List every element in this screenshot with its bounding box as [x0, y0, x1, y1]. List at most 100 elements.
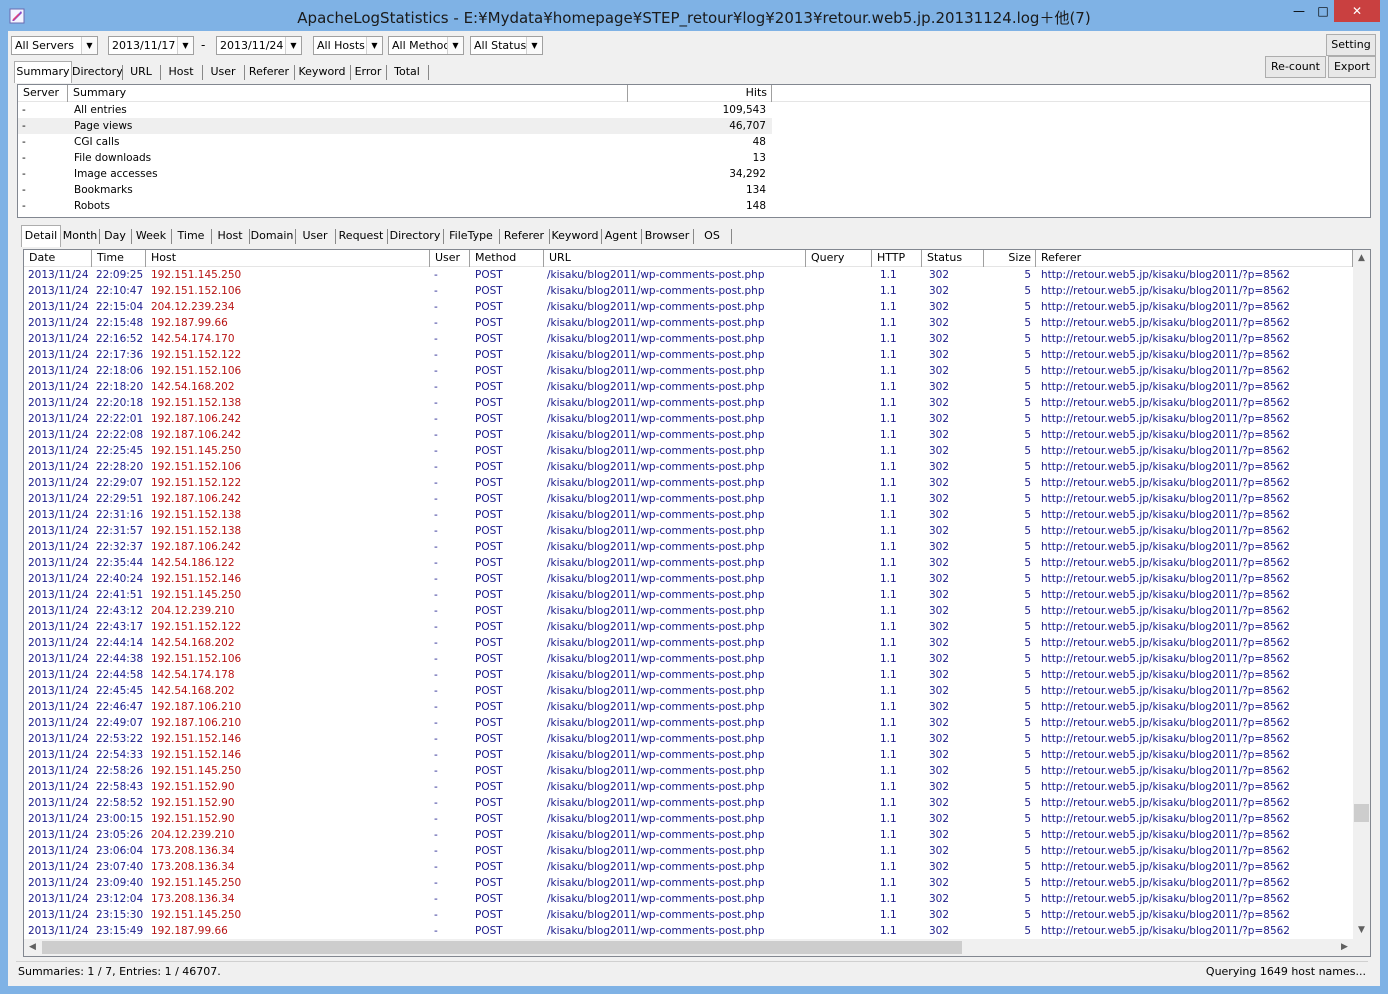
- date-from-picker[interactable]: 2013/11/17 ▼: [108, 36, 194, 55]
- detail-row[interactable]: 2013/11/24 22:28:20 192.151.152.106 - POST/k…: [24, 459, 1353, 475]
- horizontal-scroll-thumb[interactable]: [42, 941, 962, 954]
- detail-row[interactable]: 2013/11/24 22:49:07 192.187.106.210 - POST/k…: [24, 715, 1353, 731]
- detail-row[interactable]: 2013/11/24 22:10:47 192.151.152.106 - POST/k…: [24, 283, 1353, 299]
- detail-col-time[interactable]: Time: [92, 250, 146, 267]
- servers-select[interactable]: All Servers ▼: [11, 36, 98, 55]
- summary-row[interactable]: - Bookmarks 134: [18, 182, 772, 198]
- detail-row[interactable]: 2013/11/24 22:58:26 192.151.145.250 - POST/k…: [24, 763, 1353, 779]
- detail-row[interactable]: 2013/11/24 23:00:15 192.151.152.90 - POST/ki…: [24, 811, 1353, 827]
- detail-row[interactable]: 2013/11/24 22:41:51 192.151.145.250 - POST/k…: [24, 587, 1353, 603]
- detail-row[interactable]: 2013/11/24 23:06:04 173.208.136.34 - POST/ki…: [24, 843, 1353, 859]
- detail-row[interactable]: 2013/11/24 22:43:17 192.151.152.122 - POST/k…: [24, 619, 1353, 635]
- detail-row[interactable]: 2013/11/24 22:25:45 192.151.145.250 - POST/k…: [24, 443, 1353, 459]
- detail-row[interactable]: 2013/11/24 22:15:04 204.12.239.234 - POST/ki…: [24, 299, 1353, 315]
- detail-row[interactable]: 2013/11/24 22:31:57 192.151.152.138 - POST/k…: [24, 523, 1353, 539]
- tab-keyword[interactable]: Keyword: [294, 63, 350, 81]
- detail-row[interactable]: 2013/11/24 23:12:04 173.208.136.34 - POST/ki…: [24, 891, 1353, 907]
- detail-tab-agent[interactable]: Agent: [601, 227, 641, 245]
- summary-col-server[interactable]: Server: [18, 85, 68, 102]
- maximize-button[interactable]: □: [1312, 0, 1334, 22]
- summary-row[interactable]: - CGI calls 48: [18, 134, 772, 150]
- detail-row[interactable]: 2013/11/24 22:43:12 204.12.239.210 - POST/ki…: [24, 603, 1353, 619]
- detail-tab-week[interactable]: Week: [131, 227, 171, 245]
- vertical-scroll-thumb[interactable]: [1354, 804, 1369, 822]
- summary-row[interactable]: - All entries 109,543: [18, 102, 772, 118]
- detail-row[interactable]: 2013/11/24 22:18:06 192.151.152.106 - POST/k…: [24, 363, 1353, 379]
- detail-col-http[interactable]: HTTP: [872, 250, 922, 267]
- close-button[interactable]: ✕: [1334, 0, 1380, 22]
- detail-row[interactable]: 2013/11/24 22:22:01 192.187.106.242 - POST/k…: [24, 411, 1353, 427]
- setting-button[interactable]: Setting: [1326, 34, 1376, 56]
- scroll-left-icon[interactable]: ◀: [24, 939, 41, 956]
- detail-tab-referer[interactable]: Referer: [499, 227, 549, 245]
- detail-col-url[interactable]: URL: [544, 250, 806, 267]
- detail-col-method[interactable]: Method: [470, 250, 544, 267]
- minimize-button[interactable]: —: [1286, 0, 1312, 22]
- detail-col-host[interactable]: Host: [146, 250, 430, 267]
- export-button[interactable]: Export: [1328, 56, 1376, 78]
- title-bar[interactable]: ApacheLogStatistics - E:¥Mydata¥homepage…: [0, 0, 1388, 32]
- detail-row[interactable]: 2013/11/24 22:16:52 142.54.174.170 - POST/ki…: [24, 331, 1353, 347]
- detail-row[interactable]: 2013/11/24 22:09:25 192.151.145.250 - POST/k…: [24, 267, 1353, 283]
- detail-row[interactable]: 2013/11/24 23:05:26 204.12.239.210 - POST/ki…: [24, 827, 1353, 843]
- detail-tab-os[interactable]: OS: [693, 227, 731, 245]
- hosts-select[interactable]: All Hosts ▼: [313, 36, 383, 55]
- detail-row[interactable]: 2013/11/24 22:31:16 192.151.152.138 - POST/k…: [24, 507, 1353, 523]
- detail-row[interactable]: 2013/11/24 22:17:36 192.151.152.122 - POST/k…: [24, 347, 1353, 363]
- detail-tab-month[interactable]: Month: [61, 227, 99, 245]
- detail-row[interactable]: 2013/11/24 23:15:30 192.151.145.250 - POST/k…: [24, 907, 1353, 923]
- method-select[interactable]: All Method ▼: [388, 36, 464, 55]
- detail-row[interactable]: 2013/11/24 22:35:44 142.54.186.122 - POST/ki…: [24, 555, 1353, 571]
- detail-row[interactable]: 2013/11/24 22:29:07 192.151.152.122 - POST/k…: [24, 475, 1353, 491]
- detail-col-user[interactable]: User: [430, 250, 470, 267]
- detail-row[interactable]: 2013/11/24 23:15:49 192.187.99.66 - POST/kis…: [24, 923, 1353, 939]
- detail-row[interactable]: 2013/11/24 22:18:20 142.54.168.202 - POST/ki…: [24, 379, 1353, 395]
- recount-button[interactable]: Re-count: [1265, 56, 1326, 78]
- detail-row[interactable]: 2013/11/24 22:44:58 142.54.174.178 - POST/ki…: [24, 667, 1353, 683]
- detail-col-query[interactable]: Query: [806, 250, 872, 267]
- detail-row[interactable]: 2013/11/24 22:40:24 192.151.152.146 - POST/k…: [24, 571, 1353, 587]
- detail-tab-domain[interactable]: Domain: [249, 227, 295, 245]
- detail-row[interactable]: 2013/11/24 22:44:14 142.54.168.202 - POST/ki…: [24, 635, 1353, 651]
- detail-row[interactable]: 2013/11/24 22:29:51 192.187.106.242 - POST/k…: [24, 491, 1353, 507]
- scroll-up-icon[interactable]: ▲: [1353, 250, 1370, 267]
- summary-row[interactable]: - File downloads 13: [18, 150, 772, 166]
- summary-col-hits[interactable]: Hits: [628, 85, 772, 102]
- tab-summary[interactable]: Summary: [14, 61, 72, 83]
- detail-row[interactable]: 2013/11/24 22:58:52 192.151.152.90 - POST/ki…: [24, 795, 1353, 811]
- summary-row[interactable]: - Robots 148: [18, 198, 772, 214]
- summary-col-summary[interactable]: Summary: [68, 85, 628, 102]
- detail-tab-directory[interactable]: Directory: [387, 227, 443, 245]
- tab-url[interactable]: URL: [122, 63, 160, 81]
- detail-row[interactable]: 2013/11/24 22:15:48 192.187.99.66 - POST/kis…: [24, 315, 1353, 331]
- detail-row[interactable]: 2013/11/24 22:44:38 192.151.152.106 - POST/k…: [24, 651, 1353, 667]
- detail-tab-detail[interactable]: Detail: [21, 225, 61, 247]
- detail-tab-time[interactable]: Time: [171, 227, 211, 245]
- detail-tab-keyword[interactable]: Keyword: [549, 227, 601, 245]
- detail-col-referer[interactable]: Referer: [1036, 250, 1353, 267]
- detail-row[interactable]: 2013/11/24 22:54:33 192.151.152.146 - POST/k…: [24, 747, 1353, 763]
- summary-table[interactable]: Server Summary Hits - All entries 109,543 - Pag…: [17, 84, 1371, 218]
- horizontal-scrollbar[interactable]: ◀ ▶: [24, 939, 1353, 956]
- tab-total[interactable]: Total: [386, 63, 428, 81]
- summary-row[interactable]: - Image accesses 34,292: [18, 166, 772, 182]
- tab-referer[interactable]: Referer: [244, 63, 294, 81]
- detail-row[interactable]: 2013/11/24 22:45:45 142.54.168.202 - POST/ki…: [24, 683, 1353, 699]
- detail-tab-host[interactable]: Host: [211, 227, 249, 245]
- detail-col-size[interactable]: Size: [984, 250, 1036, 267]
- detail-row[interactable]: 2013/11/24 22:53:22 192.151.152.146 - POST/k…: [24, 731, 1353, 747]
- detail-row[interactable]: 2013/11/24 22:58:43 192.151.152.90 - POST/ki…: [24, 779, 1353, 795]
- detail-row[interactable]: 2013/11/24 22:22:08 192.187.106.242 - POST/k…: [24, 427, 1353, 443]
- status-select[interactable]: All Status ▼: [470, 36, 543, 55]
- detail-tab-browser[interactable]: Browser: [641, 227, 693, 245]
- detail-row[interactable]: 2013/11/24 23:07:40 173.208.136.34 - POST/ki…: [24, 859, 1353, 875]
- detail-table[interactable]: Date Time Host User Method URL Query HTTP Status…: [23, 249, 1371, 957]
- tab-host[interactable]: Host: [160, 63, 202, 81]
- tab-user[interactable]: User: [202, 63, 244, 81]
- detail-row[interactable]: 2013/11/24 23:09:40 192.151.145.250 - POST/k…: [24, 875, 1353, 891]
- detail-tab-user[interactable]: User: [295, 227, 335, 245]
- detail-row[interactable]: 2013/11/24 22:32:37 192.187.106.242 - POST/k…: [24, 539, 1353, 555]
- detail-tab-request[interactable]: Request: [335, 227, 387, 245]
- date-to-picker[interactable]: 2013/11/24 ▼: [216, 36, 302, 55]
- detail-tab-filetype[interactable]: FileType: [443, 227, 499, 245]
